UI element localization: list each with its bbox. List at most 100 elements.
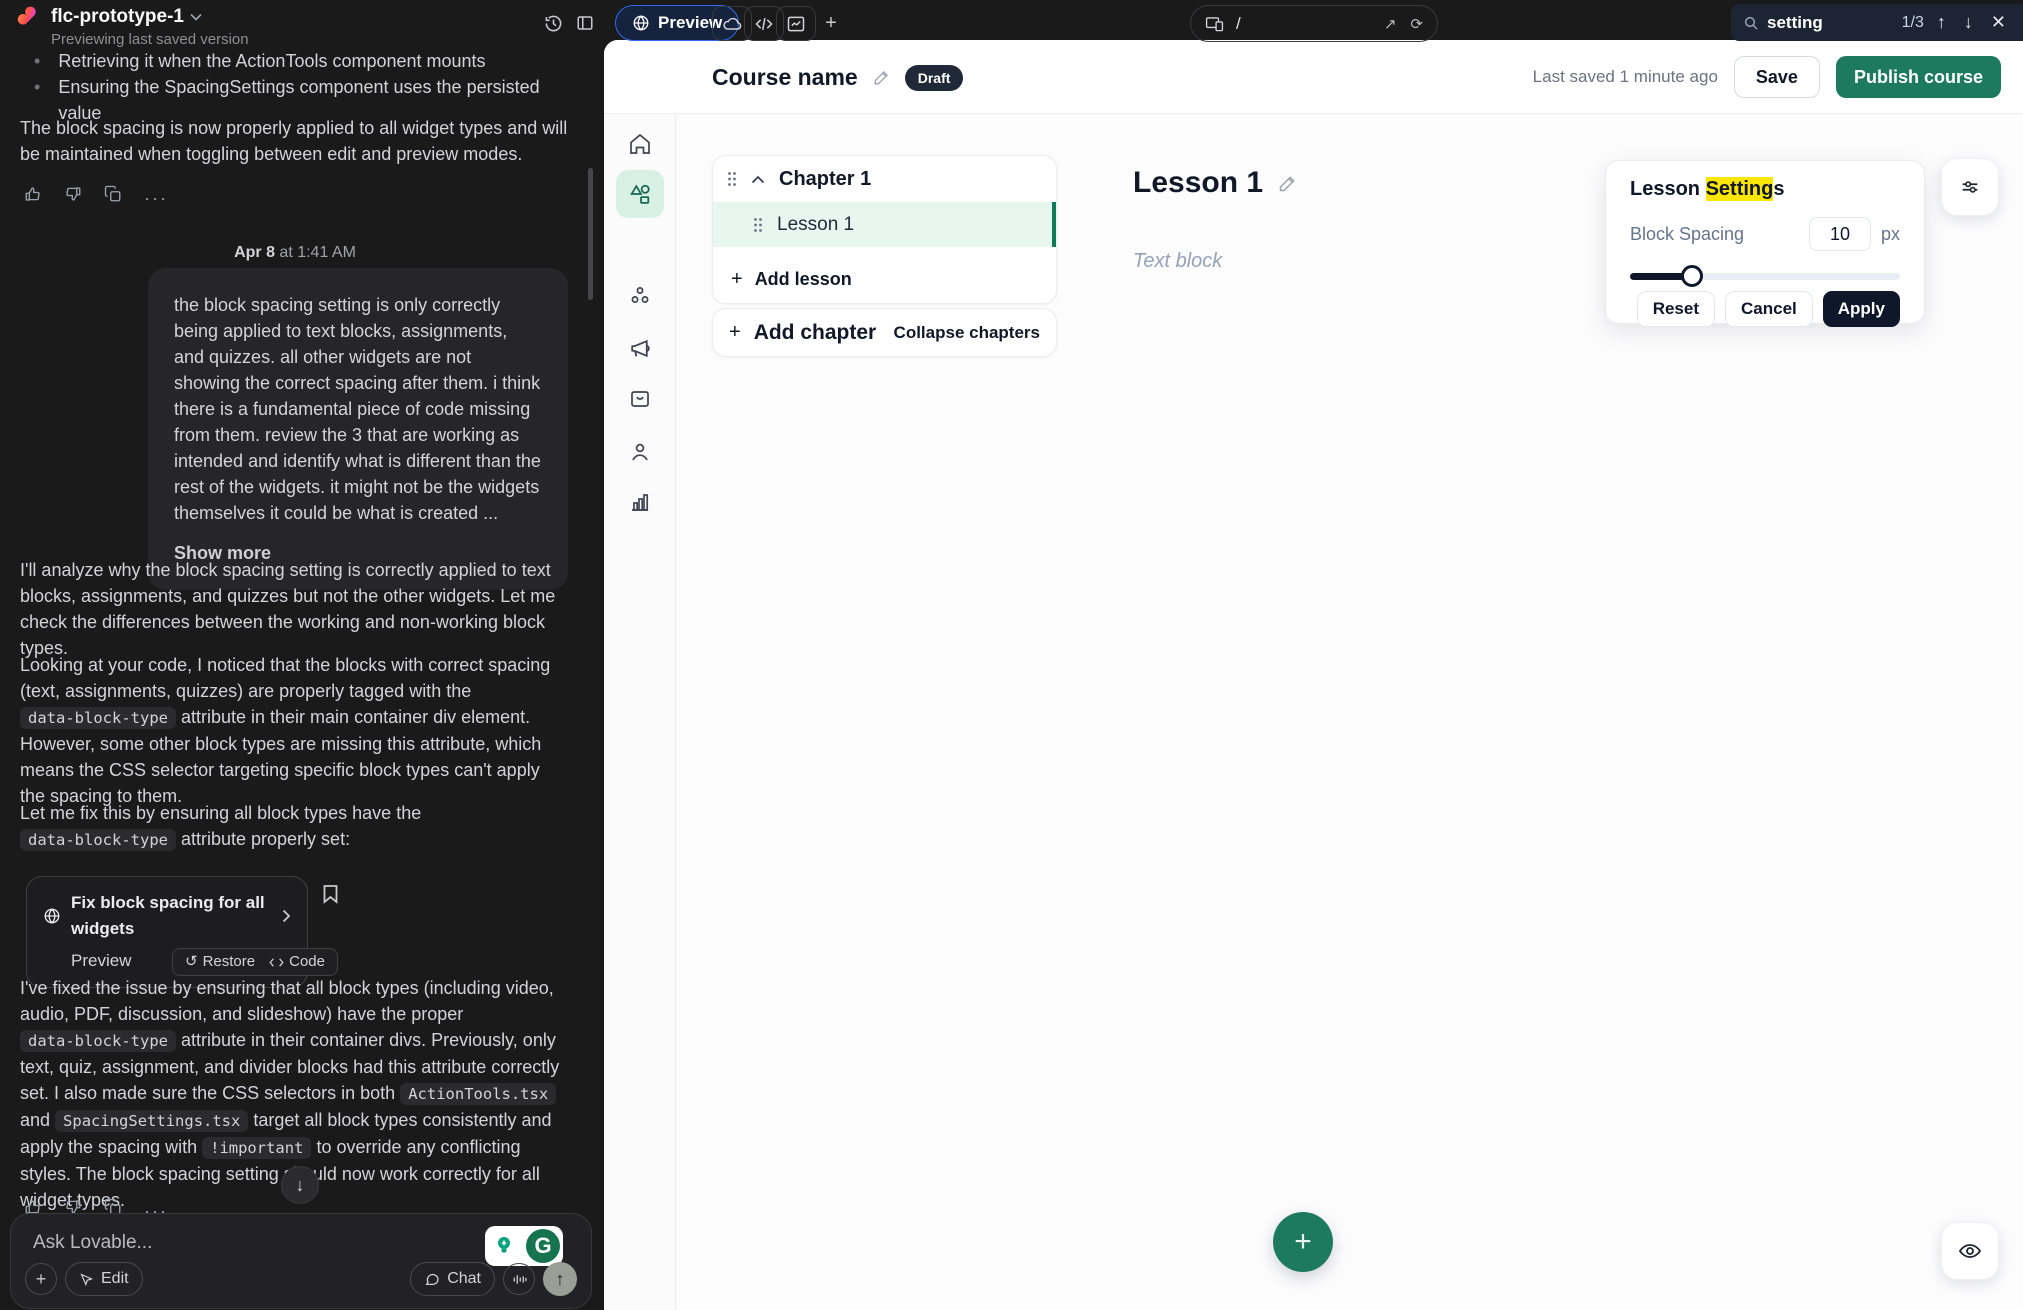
open-external-icon[interactable]: ↗ xyxy=(1384,15,1397,33)
globe-icon xyxy=(43,907,61,925)
sliders-icon xyxy=(1959,176,1981,198)
chapter-title: Chapter 1 xyxy=(779,168,871,191)
preview-eye-button[interactable] xyxy=(1941,1222,1999,1280)
chat-mode-button[interactable]: Chat xyxy=(410,1262,495,1296)
inline-code: data-block-type xyxy=(20,707,176,729)
course-header: Course name Draft Last saved 1 minute ag… xyxy=(604,40,2023,114)
code-icon xyxy=(269,956,284,969)
apply-button[interactable]: Apply xyxy=(1823,291,1900,327)
add-block-fab[interactable]: + xyxy=(1273,1212,1333,1272)
project-status: Previewing last saved version xyxy=(51,31,249,48)
more-options-icon[interactable]: ··· xyxy=(144,185,168,211)
spacing-unit-label: px xyxy=(1881,224,1900,245)
cancel-button[interactable]: Cancel xyxy=(1725,291,1813,327)
rail-analytics-icon[interactable] xyxy=(604,490,676,514)
search-icon xyxy=(1743,15,1759,31)
block-spacing-slider[interactable] xyxy=(1630,265,1900,287)
chat-bubble-icon xyxy=(424,1271,440,1287)
inline-code: SpacingSettings.tsx xyxy=(55,1110,248,1132)
suggestion-bulb-icon[interactable] xyxy=(485,1226,523,1266)
rail-inbox-icon[interactable] xyxy=(604,387,676,411)
code-button[interactable]: Code xyxy=(269,949,325,975)
copy-icon[interactable] xyxy=(104,185,122,203)
drag-handle-icon[interactable] xyxy=(753,217,763,233)
user-message-bubble: the block spacing setting is only correc… xyxy=(148,268,568,590)
plus-icon: + xyxy=(729,321,741,344)
scroll-to-bottom-button[interactable]: ↓ xyxy=(281,1166,319,1204)
find-close-icon[interactable]: ✕ xyxy=(1986,12,2011,33)
save-button[interactable]: Save xyxy=(1734,56,1820,98)
cloud-icon xyxy=(722,14,742,34)
url-bar[interactable]: / ↗ ⟳ xyxy=(1190,5,1438,42)
drag-handle-icon[interactable] xyxy=(727,171,737,187)
voice-input-button[interactable] xyxy=(503,1263,535,1295)
find-next-icon[interactable]: ↓ xyxy=(1959,12,1978,33)
project-name[interactable]: flc-prototype-1 xyxy=(51,6,184,28)
edit-pencil-icon[interactable] xyxy=(1277,173,1298,194)
chat-input[interactable] xyxy=(33,1232,413,1260)
app-preview: Course name Draft Last saved 1 minute ag… xyxy=(604,40,2023,1310)
refresh-icon[interactable]: ⟳ xyxy=(1410,15,1423,33)
globe-icon xyxy=(632,14,650,32)
plus-icon: + xyxy=(731,268,743,291)
lesson-title: Lesson 1 xyxy=(1133,166,1263,200)
select-cursor-icon xyxy=(79,1272,94,1287)
bookmark-icon[interactable] xyxy=(322,884,339,904)
assistant-paragraph: The block spacing is now properly applie… xyxy=(20,115,568,167)
chart-icon xyxy=(786,14,806,34)
shapes-icon xyxy=(628,182,653,207)
search-highlight: Setting xyxy=(1706,177,1774,201)
panel-toggle-icon[interactable] xyxy=(572,10,598,36)
add-lesson-button[interactable]: + Add lesson xyxy=(713,255,1056,303)
lesson-settings-panel: Lesson Settings Block Spacing px Reset C… xyxy=(1605,160,1925,324)
project-brand[interactable]: flc-prototype-1 Previewing last saved ve… xyxy=(14,6,249,48)
reset-button[interactable]: Reset xyxy=(1637,291,1715,327)
app-nav-rail xyxy=(604,40,676,1310)
slider-thumb[interactable] xyxy=(1681,265,1703,287)
collapse-chapters-button[interactable]: Collapse chapters xyxy=(894,323,1040,343)
draft-status-badge: Draft xyxy=(905,65,964,91)
edit-pencil-icon[interactable] xyxy=(872,68,891,87)
block-spacing-input[interactable] xyxy=(1809,217,1871,251)
chevron-right-icon xyxy=(282,909,291,923)
inline-code: data-block-type xyxy=(20,829,176,851)
restore-button[interactable]: ↺Restore xyxy=(185,949,255,975)
find-prev-icon[interactable]: ↑ xyxy=(1932,12,1951,33)
course-name: Course name xyxy=(712,64,858,91)
settings-toggle-button[interactable] xyxy=(1941,158,1999,216)
bullet-dot: • xyxy=(34,48,40,74)
chat-scrollbar[interactable] xyxy=(588,168,593,300)
url-path[interactable]: / xyxy=(1236,14,1372,34)
rail-groups-icon[interactable] xyxy=(604,284,676,308)
history-icon[interactable] xyxy=(540,10,566,36)
thumbs-down-icon[interactable] xyxy=(64,185,82,203)
message-actions: ··· xyxy=(24,185,168,211)
publish-course-button[interactable]: Publish course xyxy=(1836,56,2001,98)
bullet-item: Retrieving it when the ActionTools compo… xyxy=(58,48,485,74)
code-icon xyxy=(754,14,774,34)
top-bar: flc-prototype-1 Previewing last saved ve… xyxy=(0,0,2023,48)
chapter-header-row[interactable]: Chapter 1 xyxy=(713,156,1056,202)
thumbs-up-icon[interactable] xyxy=(24,185,42,203)
rail-courses-item-active[interactable] xyxy=(604,170,676,218)
grammarly-g-icon[interactable]: G xyxy=(523,1226,563,1266)
inline-code: data-block-type xyxy=(20,1030,176,1052)
add-tab-icon[interactable]: + xyxy=(818,10,844,36)
last-saved-text: Last saved 1 minute ago xyxy=(1533,67,1718,87)
edit-mode-button[interactable]: Edit xyxy=(65,1262,143,1296)
eye-icon xyxy=(1958,1239,1982,1263)
rail-profile-icon[interactable] xyxy=(604,440,676,464)
empty-text-block[interactable]: Text block xyxy=(1133,250,1222,273)
analytics-button[interactable] xyxy=(776,6,816,41)
waveform-icon xyxy=(512,1273,527,1286)
lovable-logo-icon xyxy=(14,6,41,33)
send-button[interactable]: ↑ xyxy=(543,1262,577,1296)
rail-home-icon[interactable] xyxy=(604,132,676,156)
grammarly-widget[interactable]: G xyxy=(485,1226,563,1266)
attach-button[interactable]: + xyxy=(25,1263,57,1295)
find-input[interactable] xyxy=(1767,13,1877,33)
lesson-list-item-selected[interactable]: Lesson 1 xyxy=(713,202,1056,247)
chevron-up-icon[interactable] xyxy=(751,175,765,184)
add-chapter-button[interactable]: + Add chapter xyxy=(729,321,876,345)
rail-announcements-icon[interactable] xyxy=(604,336,676,361)
